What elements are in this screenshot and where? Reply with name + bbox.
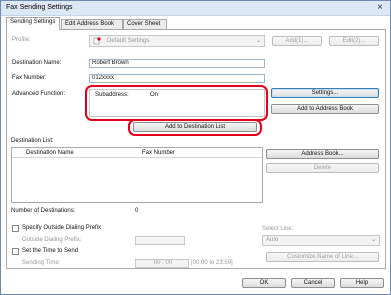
- cancel-button[interactable]: Cancel: [291, 278, 335, 288]
- ok-button[interactable]: OK: [242, 278, 286, 288]
- customize-line-name-button[interactable]: Customize Name of Line...: [266, 252, 379, 262]
- set-time-checkbox[interactable]: [12, 248, 19, 255]
- profile-label: Profile:: [12, 37, 31, 43]
- number-of-destinations-label: Number of Destinations:: [11, 208, 76, 214]
- add-to-address-book-button[interactable]: Add to Address Book: [271, 104, 379, 114]
- delete-button[interactable]: Delete: [266, 163, 379, 173]
- profile-value: Default Settings: [107, 38, 150, 44]
- select-line-dropdown[interactable]: Auto ⌄: [262, 235, 380, 246]
- sending-time-hour: 00: [153, 260, 161, 266]
- profile-select[interactable]: Default Settings ⌄: [89, 35, 265, 47]
- col-destination-name[interactable]: Destination Name: [26, 150, 74, 156]
- select-line-label: Select Line:: [262, 226, 294, 232]
- sending-time-minute: 00: [165, 260, 173, 266]
- profile-edit-button[interactable]: Edit(2)...: [329, 36, 379, 46]
- destination-name-field[interactable]: Robert Brown: [89, 59, 265, 68]
- chevron-down-icon: ⌄: [370, 237, 376, 243]
- sending-settings-panel: Profile: Default Settings ⌄ Add(1)... Ed…: [6, 29, 386, 269]
- sending-time-range: [00:00 to 23:59]: [191, 260, 233, 266]
- address-book-button[interactable]: Address Book...: [266, 149, 379, 159]
- set-time-label: Set the Time to Send: [22, 248, 79, 254]
- destination-list-label: Destination List:: [11, 138, 54, 144]
- outside-prefix-label: Outside Dialing Prefix:: [22, 237, 82, 243]
- window-title: Fax Sending Settings: [6, 4, 73, 11]
- number-of-destinations-value: 0: [135, 208, 139, 214]
- fax-number-field[interactable]: 012xxxx: [89, 74, 265, 83]
- destination-list-header: Destination Name Fax Number: [12, 148, 262, 158]
- profile-add-button[interactable]: Add(1)...: [272, 36, 322, 46]
- destination-name-label: Destination Name:: [12, 60, 62, 66]
- specify-prefix-label: Specify Outside Dialing Prefix: [22, 225, 102, 231]
- settings-button[interactable]: Settings...: [271, 88, 379, 98]
- fax-number-label: Fax Number:: [12, 75, 47, 81]
- tab-edit-address-book[interactable]: Edit Address Book: [61, 19, 123, 29]
- destination-list[interactable]: Destination Name Fax Number: [11, 147, 263, 203]
- sending-time-label: Sending Time:: [22, 260, 61, 266]
- select-line-value: Auto: [266, 237, 279, 243]
- profile-icon: [93, 37, 101, 45]
- specify-prefix-checkbox[interactable]: [12, 225, 19, 232]
- outside-prefix-field[interactable]: [135, 236, 185, 245]
- tab-cover-sheet[interactable]: Cover Sheet: [123, 19, 167, 29]
- col-fax-number[interactable]: Fax Number: [142, 150, 175, 156]
- advanced-function-label: Advanced Function:: [12, 91, 66, 97]
- chevron-down-icon: ⌄: [255, 38, 261, 44]
- add-to-destination-list-button[interactable]: Add to Destination List: [133, 122, 257, 132]
- help-button[interactable]: Help: [340, 278, 384, 288]
- tab-sending-settings[interactable]: Sending Settings: [6, 17, 60, 30]
- fax-sending-settings-dialog: Fax Sending Settings × Sending Settings …: [0, 0, 391, 295]
- close-icon[interactable]: ×: [377, 2, 383, 14]
- title-bar: Fax Sending Settings ×: [1, 1, 390, 16]
- highlight-advanced-function: [85, 85, 268, 121]
- sending-time-field[interactable]: 00 : 00: [135, 259, 189, 268]
